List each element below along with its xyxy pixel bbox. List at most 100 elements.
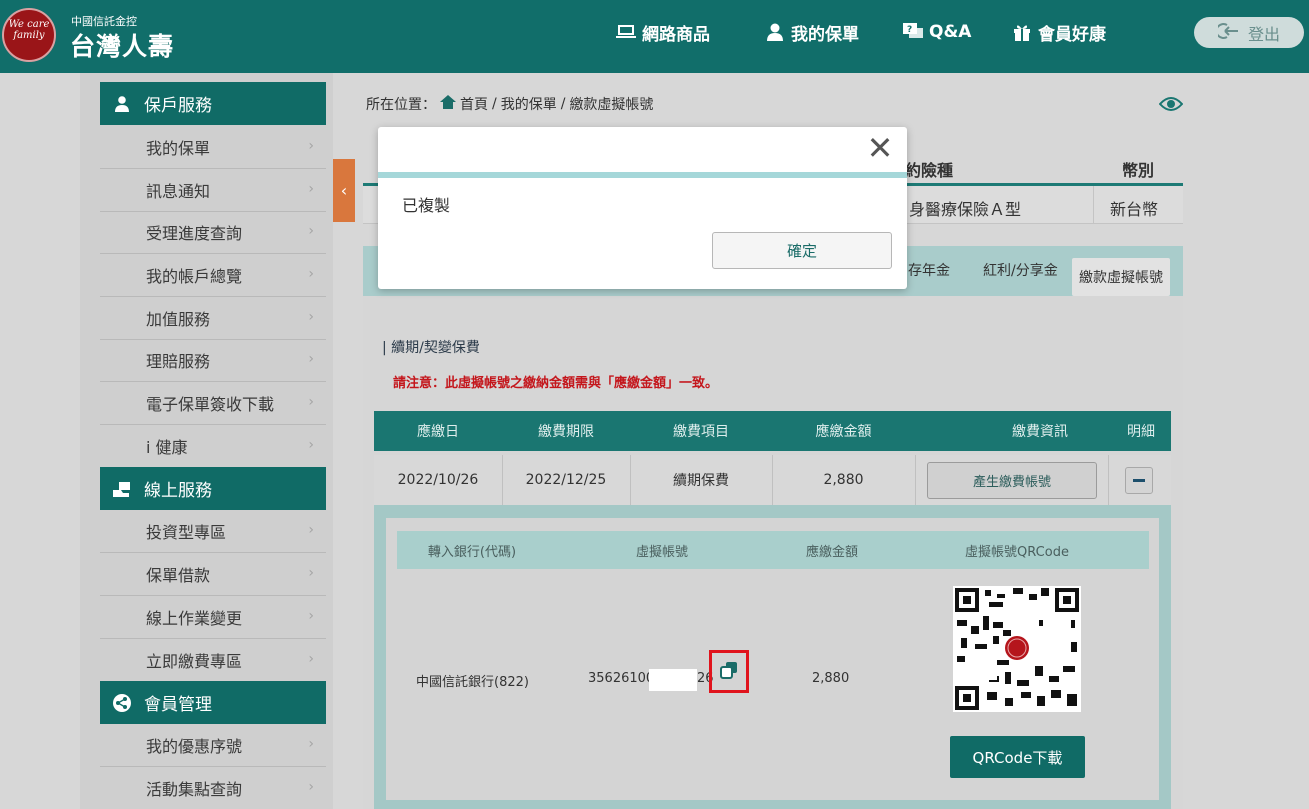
breadcrumb: 所在位置： 首頁 / 我的保單 / 繳款虛擬帳號 (366, 94, 653, 114)
tab-dividend[interactable]: 紅利/分享金 (983, 260, 1058, 280)
sidebar-item-label: 我的帳戶總覽 (146, 267, 243, 286)
sidebar-item-label: 受理進度查詢 (146, 224, 243, 243)
card-hand-icon (100, 481, 144, 497)
dialog-message: 已複製 (402, 196, 451, 215)
column-divider (772, 455, 773, 505)
sidebar-group-title: 線上服務 (144, 481, 212, 501)
sidebar-item-account-overview[interactable]: 我的帳戶總覽 › (100, 254, 326, 297)
sidebar-item-points[interactable]: 活動集點查詢 › (100, 767, 326, 809)
breadcrumb-prefix: 所在位置： (366, 97, 436, 113)
sidebar-item-value-added[interactable]: 加值服務 › (100, 297, 326, 340)
brand-title[interactable]: 台灣人壽 (70, 27, 174, 63)
breadcrumb-my-policy[interactable]: 我的保單 (501, 94, 557, 114)
sidebar-collapse-button[interactable]: ‹ (333, 159, 355, 222)
breadcrumb-current: 繳款虛擬帳號 (569, 97, 654, 113)
sidebar-item-investment[interactable]: 投資型專區 › (100, 510, 326, 553)
sidebar-item-my-policy[interactable]: 我的保單 › (100, 126, 326, 169)
chevron-right-icon: › (308, 651, 314, 667)
header-item: 繳費項目 (673, 424, 729, 440)
chevron-left-icon: ‹ (340, 181, 348, 200)
nav-label: Q&A (929, 22, 972, 42)
minus-icon (1133, 479, 1145, 482)
chevron-right-icon: › (308, 522, 314, 538)
chevron-right-icon: › (308, 394, 314, 410)
qr-code-image (953, 586, 1081, 712)
header-bank: 轉入銀行(代碼) (427, 544, 517, 560)
company-logo[interactable]: We care family (2, 8, 56, 62)
deadline-cell: 2022/12/25 (525, 472, 607, 488)
collapse-detail-button[interactable] (1125, 467, 1153, 494)
nav-label: 網路商品 (642, 24, 710, 45)
sidebar-item-label: 訊息通知 (146, 182, 211, 201)
sidebar-item-e-policy[interactable]: 電子保單簽收下載 › (100, 382, 326, 425)
tab-annuity[interactable]: 存年金 (908, 260, 950, 280)
svg-text:?: ? (907, 25, 912, 35)
chevron-right-icon: › (308, 736, 314, 752)
sidebar-item-label: 加值服務 (146, 310, 211, 329)
bank-cell: 中國信託銀行(822) (416, 675, 529, 690)
qrcode-download-button[interactable]: QRCode下載 (950, 736, 1085, 778)
column-divider (915, 455, 916, 505)
sidebar-group-policyholder-services[interactable]: 保戶服務 (100, 82, 326, 125)
sidebar-item-label: i 健康 (146, 438, 188, 457)
sidebar-item-label: 電子保單簽收下載 (146, 395, 275, 414)
detail-table-header: 轉入銀行(代碼) 虛擬帳號 應繳金額 虛擬帳號QRCode (397, 531, 1149, 569)
account-prefix: 35626100 (588, 671, 655, 686)
header-qrcode: 虛擬帳號QRCode (965, 544, 1069, 560)
nav-my-policy[interactable]: 我的保單 (765, 17, 859, 47)
sidebar-group-member-management[interactable]: 會員管理 (100, 681, 326, 724)
sidebar-item-label: 活動集點查詢 (146, 780, 243, 799)
person-icon (765, 22, 785, 42)
policy-type-cell: 身醫療保險Ａ型 (909, 200, 1022, 219)
breadcrumb-home[interactable]: 首頁 (460, 94, 488, 114)
due-date-cell: 2022/10/26 (397, 472, 479, 488)
chevron-right-icon: › (308, 266, 314, 282)
chevron-right-icon: › (308, 565, 314, 581)
share-icon (100, 693, 144, 712)
currency-header: 幣別 (1122, 161, 1155, 180)
chevron-right-icon: › (308, 138, 314, 154)
sidebar-item-instant-payment[interactable]: 立即繳費專區 › (100, 639, 326, 682)
nav-label: 會員好康 (1038, 24, 1106, 45)
tab-virtual-account[interactable]: 繳款虛擬帳號 (1072, 258, 1170, 296)
sidebar-item-label: 投資型專區 (146, 523, 227, 542)
sidebar-item-notifications[interactable]: 訊息通知 › (100, 169, 326, 212)
sidebar-item-label: 我的保單 (146, 139, 211, 158)
sidebar-item-online-changes[interactable]: 線上作業變更 › (100, 596, 326, 639)
chevron-right-icon: › (308, 181, 314, 197)
person-icon (100, 95, 144, 112)
logout-icon (1215, 22, 1240, 44)
sidebar-item-policy-loan[interactable]: 保單借款 › (100, 553, 326, 596)
close-icon[interactable]: ✕ (865, 132, 895, 164)
generate-account-button[interactable]: 產生繳費帳號 (927, 462, 1097, 499)
sidebar-group-online-services[interactable]: 線上服務 (100, 467, 326, 510)
sidebar-item-coupons[interactable]: 我的優惠序號 › (100, 724, 326, 767)
sidebar-item-i-health[interactable]: i 健康 › (100, 425, 326, 468)
header-deadline: 繳費期限 (538, 424, 594, 440)
payment-notice: 請注意：此虛擬帳號之繳納金額需與「應繳金額」一致。 (393, 376, 719, 391)
chevron-right-icon: › (308, 223, 314, 239)
header-detail: 明細 (1127, 424, 1155, 440)
nav-online-products[interactable]: 網路商品 (616, 17, 710, 47)
nav-member-benefits[interactable]: 會員好康 (1012, 17, 1106, 47)
sidebar-item-claims[interactable]: 理賠服務 › (100, 339, 326, 382)
sidebar-group-title: 保戶服務 (144, 96, 212, 116)
sidebar-item-label: 我的優惠序號 (146, 737, 243, 756)
eye-icon[interactable] (1158, 95, 1184, 117)
home-icon[interactable] (440, 95, 456, 113)
gift-icon (1012, 22, 1032, 42)
nav-qa[interactable]: ? Q&A (903, 17, 971, 47)
logout-button[interactable]: 登出 (1194, 17, 1304, 48)
currency-cell: 新台幣 (1110, 200, 1159, 219)
header-amount: 應繳金額 (805, 544, 858, 560)
confirm-button[interactable]: 確定 (712, 232, 892, 269)
column-divider (1108, 455, 1109, 505)
dialog-divider (378, 172, 907, 178)
sidebar-item-label: 立即繳費專區 (146, 652, 243, 671)
copy-account-button[interactable] (709, 650, 749, 693)
sidebar-item-label: 保單借款 (146, 566, 211, 585)
detail-panel-bottom (374, 800, 1171, 809)
sidebar-item-progress-inquiry[interactable]: 受理進度查詢 › (100, 211, 326, 254)
chevron-right-icon: › (308, 608, 314, 624)
question-bubble-icon: ? (903, 22, 923, 42)
